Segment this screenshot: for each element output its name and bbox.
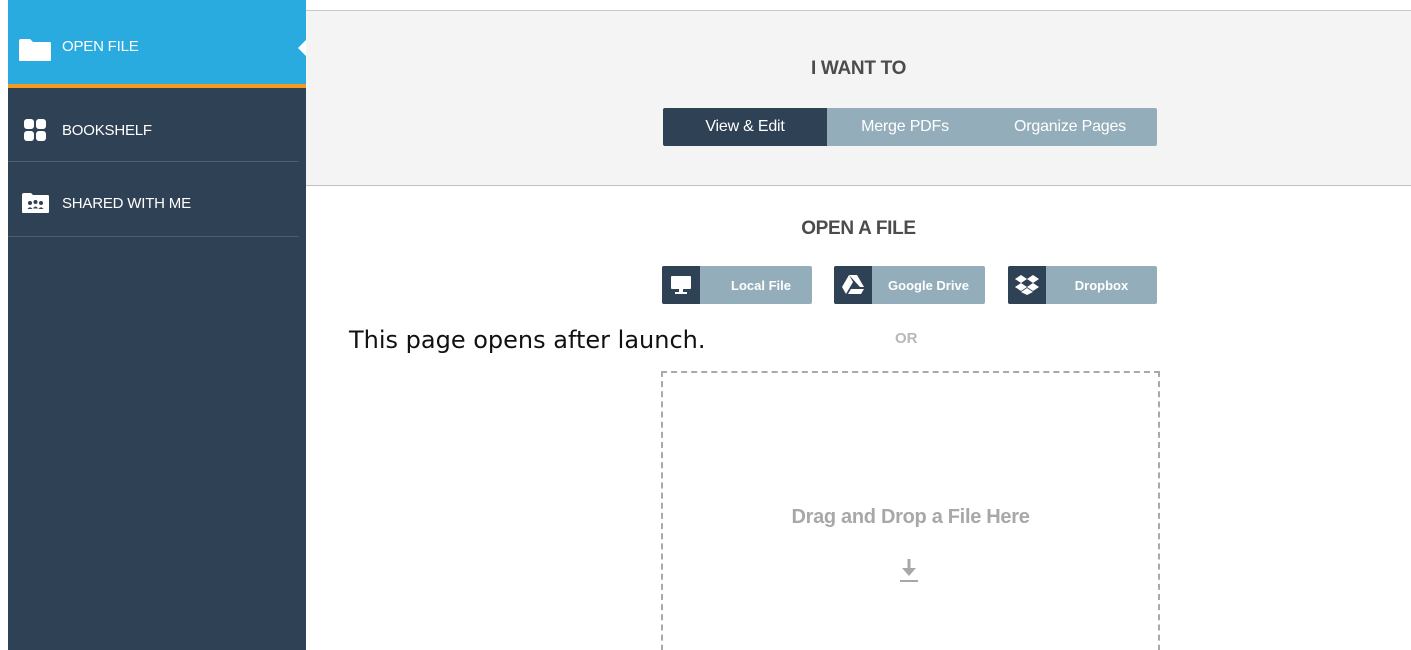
download-icon — [900, 559, 918, 582]
mode-merge-pdfs-button[interactable]: Merge PDFs — [827, 108, 983, 146]
divider — [8, 236, 299, 237]
grid-icon — [24, 119, 46, 141]
mode-organize-pages-button[interactable]: Organize Pages — [983, 108, 1157, 146]
google-drive-icon — [842, 275, 864, 294]
google-drive-button[interactable]: Google Drive — [834, 266, 985, 304]
mode-view-edit-button[interactable]: View & Edit — [663, 108, 827, 146]
open-file-title: OPEN A FILE — [801, 218, 916, 239]
caption-text: This page opens after launch. — [349, 326, 706, 354]
sidebar-item-shared-with-me[interactable]: SHARED WITH ME — [8, 172, 306, 234]
sidebar-item-bookshelf[interactable]: BOOKSHELF — [8, 100, 306, 160]
sidebar: OPEN FILE BOOKSHELF SHARED WITH ME — [8, 0, 306, 650]
left-edge — [0, 0, 8, 650]
divider — [306, 10, 1411, 11]
local-file-label: Local File — [731, 277, 791, 293]
google-drive-label: Google Drive — [888, 277, 969, 293]
mode-title: I WANT TO — [810, 58, 907, 79]
sidebar-item-open-file[interactable]: OPEN FILE — [8, 0, 306, 88]
dropbox-icon — [1015, 275, 1039, 295]
sidebar-item-label: OPEN FILE — [62, 38, 139, 55]
sidebar-item-label: BOOKSHELF — [62, 121, 152, 139]
folder-icon — [19, 39, 51, 61]
sidebar-item-label: SHARED WITH ME — [62, 194, 191, 212]
mode-panel — [306, 10, 1411, 186]
divider — [8, 161, 299, 162]
dropbox-button[interactable]: Dropbox — [1008, 266, 1157, 304]
or-label: OR — [895, 330, 918, 347]
app-root: OPEN FILE BOOKSHELF SHARED WITH ME I WAN… — [0, 0, 1411, 650]
monitor-icon — [671, 276, 691, 294]
dropzone-label: Drag and Drop a File Here — [791, 506, 1030, 528]
shared-folder-icon — [22, 193, 49, 213]
dropbox-label: Dropbox — [1074, 277, 1129, 293]
local-file-button[interactable]: Local File — [662, 266, 812, 304]
